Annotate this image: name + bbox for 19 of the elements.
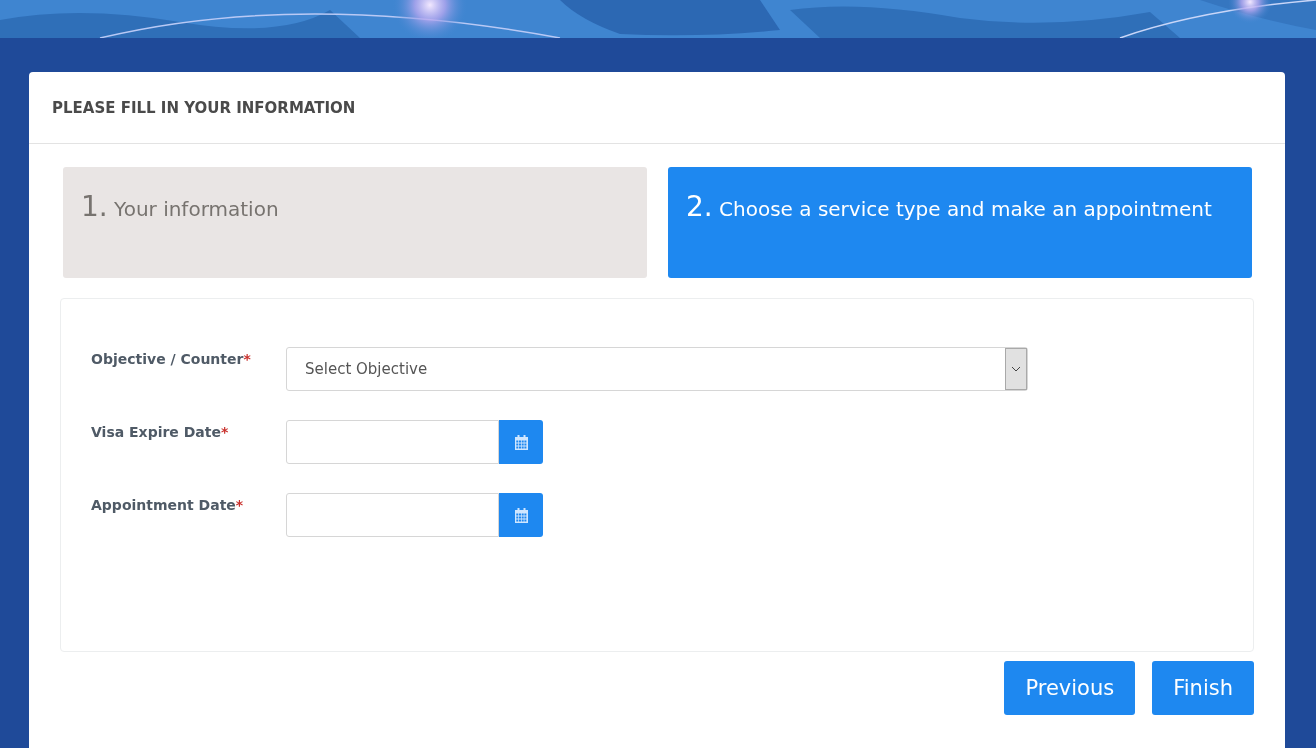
required-mark: * [221, 424, 229, 440]
calendar-icon [514, 507, 528, 523]
step-tab[interactable]: 2. Choose a service type and make an appointment [668, 167, 1252, 278]
step-tab[interactable]: 1. Your information [63, 167, 647, 278]
field-label: Visa Expire Date [91, 424, 221, 440]
chevron-down-icon [1011, 366, 1021, 372]
date-field[interactable] [286, 493, 499, 537]
calendar-button[interactable] [499, 420, 543, 464]
field-label: Objective / Counter [91, 351, 244, 367]
nav-button[interactable]: Finish [1152, 661, 1254, 715]
calendar-button[interactable] [499, 493, 543, 537]
required-mark: * [243, 351, 251, 367]
date-field[interactable] [286, 420, 499, 464]
required-mark: * [235, 497, 244, 513]
nav-button[interactable]: Previous [1004, 661, 1136, 715]
card-title: PLEASE FILL IN YOUR INFORMATION [52, 98, 356, 117]
objective-select[interactable]: Select Objective [286, 347, 1028, 391]
calendar-icon [514, 434, 528, 450]
field-label: Appointment Date [91, 497, 236, 513]
